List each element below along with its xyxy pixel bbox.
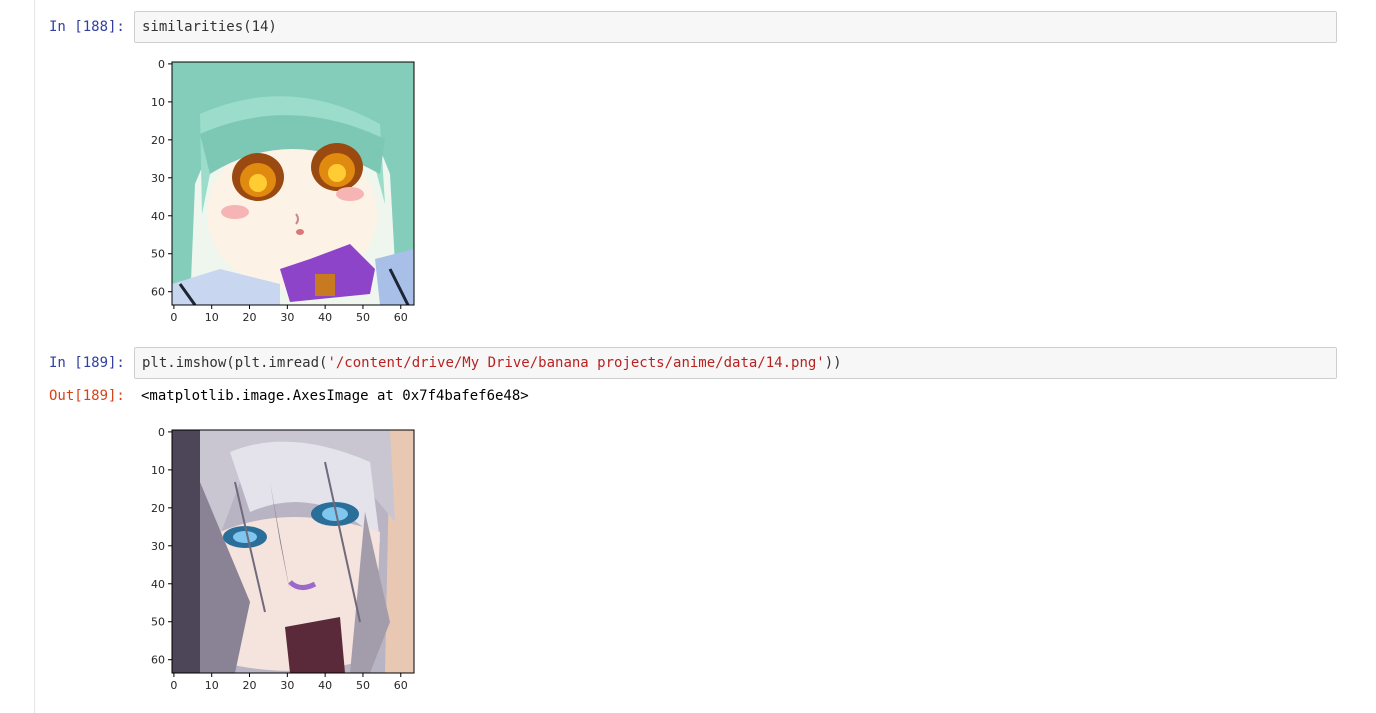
x-tick-label: 50 [356, 679, 370, 692]
y-tick-label: 50 [151, 248, 165, 261]
y-tick-label: 30 [151, 172, 165, 185]
input-prompt-189: In [189]: [49, 355, 125, 371]
imshow-axes: 0 10 20 30 40 50 60 0 10 20 30 40 50 60 [151, 426, 415, 692]
y-tick-label: 40 [151, 578, 165, 591]
code-call: similarities(14) [142, 19, 277, 35]
x-tick-label: 10 [205, 311, 219, 324]
x-tick-label: 0 [170, 679, 177, 692]
code-cell-189[interactable]: plt.imshow(plt.imread('/content/drive/My… [134, 347, 1337, 379]
anime-face-image-silver-hair [172, 430, 414, 673]
image-plot-2: 0 10 20 30 40 50 60 0 10 20 30 40 50 60 [140, 422, 430, 697]
x-tick-label: 60 [394, 311, 408, 324]
y-tick-label: 20 [151, 134, 165, 147]
output-text: <matplotlib.image.AxesImage at 0x7f4bafe… [141, 388, 529, 404]
x-tick-label: 20 [243, 679, 257, 692]
y-tick-label: 60 [151, 654, 165, 667]
y-tick-label: 20 [151, 502, 165, 515]
y-tick-label: 10 [151, 96, 165, 109]
code-call-suffix: )) [824, 355, 842, 371]
x-tick-label: 60 [394, 679, 408, 692]
anime-face-image-green-hair [172, 62, 414, 305]
y-tick-label: 50 [151, 616, 165, 629]
x-tick-label: 30 [280, 679, 294, 692]
output-prompt-189: Out[189]: [49, 388, 125, 404]
image-plot-1: 0 10 20 30 40 50 60 0 10 20 30 40 50 60 [140, 54, 430, 329]
y-tick-label: 30 [151, 540, 165, 553]
x-tick-label: 20 [243, 311, 257, 324]
code-line: similarities(14) [142, 18, 277, 36]
imshow-axes: 0 10 20 30 40 50 60 0 10 20 30 40 50 60 [151, 58, 415, 324]
y-tick-label: 40 [151, 210, 165, 223]
x-tick-label: 30 [280, 311, 294, 324]
y-tick-label: 0 [158, 426, 165, 439]
code-cell-188[interactable]: similarities(14) [134, 11, 1337, 43]
x-tick-label: 10 [205, 679, 219, 692]
y-tick-label: 60 [151, 286, 165, 299]
x-tick-label: 40 [318, 311, 332, 324]
x-tick-label: 50 [356, 311, 370, 324]
y-tick-label: 10 [151, 464, 165, 477]
y-tick-label: 0 [158, 58, 165, 71]
notebook-left-border [34, 0, 35, 713]
x-tick-label: 0 [170, 311, 177, 324]
code-string-path: '/content/drive/My Drive/banana projects… [327, 355, 825, 371]
x-tick-label: 40 [318, 679, 332, 692]
input-prompt-188: In [188]: [49, 19, 125, 35]
code-call-prefix: plt.imshow(plt.imread( [142, 355, 328, 371]
code-line: plt.imshow(plt.imread('/content/drive/My… [142, 354, 842, 372]
